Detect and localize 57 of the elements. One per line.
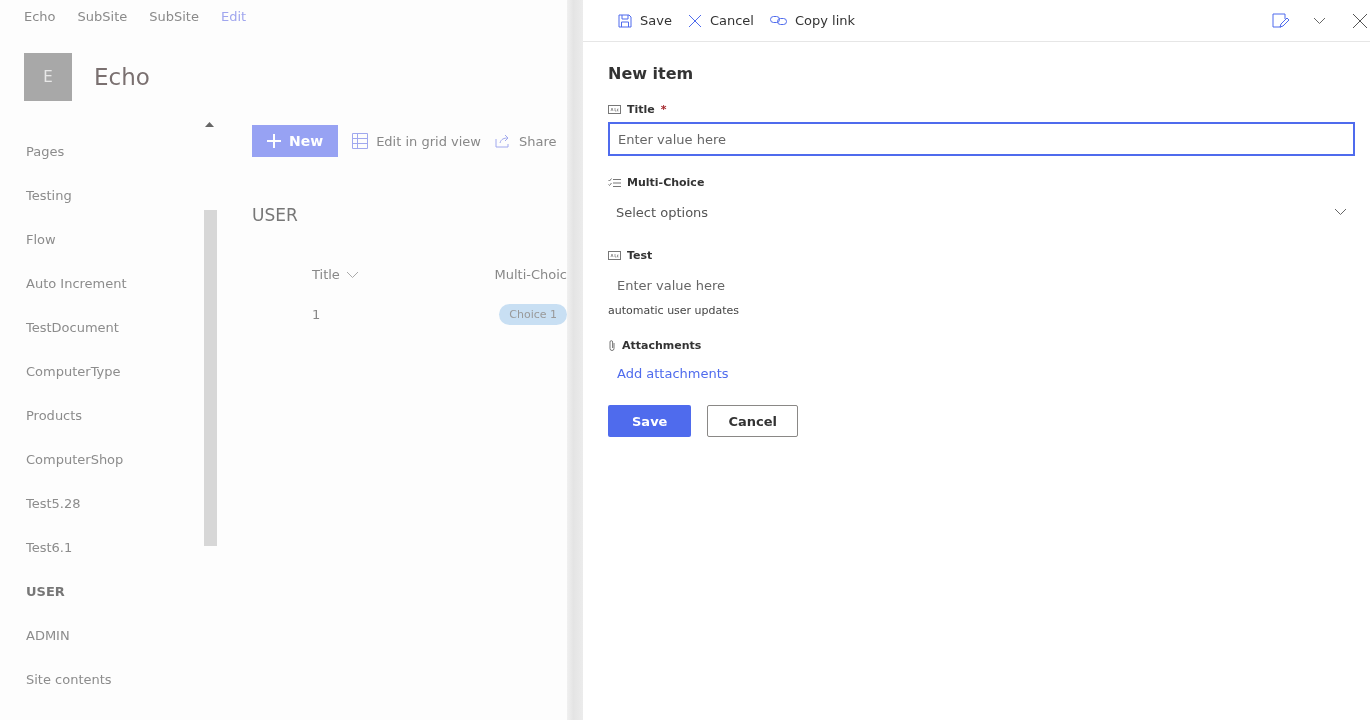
form-heading: New item	[608, 64, 695, 83]
field-description: automatic user updates	[608, 304, 741, 317]
sidebar-item[interactable]: USER	[26, 584, 218, 628]
nav-link[interactable]: SubSite	[77, 9, 128, 34]
nav-link[interactable]: SubSite	[149, 9, 199, 34]
list-title: USER	[252, 205, 299, 225]
field-label-text: Attachments	[622, 339, 702, 352]
sidebar-item[interactable]: ADMIN	[26, 628, 218, 672]
plus-icon	[267, 134, 281, 148]
paperclip-icon	[608, 339, 616, 352]
sidebar-item[interactable]: Testing	[26, 188, 218, 232]
new-button[interactable]: New	[252, 125, 339, 157]
cancel-button[interactable]: Cancel	[687, 13, 754, 28]
field-label-text: Test	[627, 249, 653, 262]
scroll-up-icon[interactable]	[205, 122, 214, 127]
sidebar-item[interactable]: Pages	[26, 144, 218, 188]
text-field-icon	[608, 251, 621, 260]
column-header[interactable]: Title	[312, 267, 487, 282]
nav-link[interactable]: Edit	[220, 9, 247, 34]
text-field-icon	[608, 105, 621, 114]
sidebar-item[interactable]: TestDocument	[26, 320, 218, 364]
nav-link[interactable]: Echo	[24, 9, 56, 34]
field-label-text: Title	[627, 103, 655, 116]
checklist-icon	[608, 177, 621, 188]
column-header[interactable]: Multi-Choic	[494, 267, 567, 282]
save-button[interactable]: Save	[618, 13, 672, 28]
text-field[interactable]: Enter value here	[608, 122, 1355, 156]
sidebar-item[interactable]: Test5.28	[26, 496, 218, 540]
sidebar-item[interactable]: Test6.1	[26, 540, 218, 584]
sidebar-item[interactable]: Flow	[26, 232, 218, 276]
edit-form-icon[interactable]	[1272, 13, 1289, 28]
grid-view-button[interactable]: Edit in grid view	[352, 133, 481, 149]
cancel-button[interactable]: Cancel	[707, 405, 798, 437]
share-button[interactable]: Share	[495, 133, 557, 149]
sort-chevron-icon	[345, 270, 359, 279]
save-icon	[618, 13, 632, 28]
sidebar-item[interactable]: ComputerShop	[26, 452, 218, 496]
table-cell-text: 1	[312, 307, 322, 322]
link-icon	[769, 15, 787, 26]
add-attachments-link[interactable]: Add attachments	[617, 366, 1355, 381]
save-button[interactable]: Save	[608, 405, 692, 437]
copy-link-button[interactable]: Copy link	[769, 13, 856, 28]
site-logo: E	[24, 53, 72, 101]
required-mark: *	[660, 103, 667, 116]
chevron-down-icon	[1334, 208, 1347, 216]
close-icon	[687, 13, 702, 28]
sidebar-item[interactable]: Site contents	[26, 672, 218, 716]
share-icon	[495, 134, 511, 148]
sidebar-item[interactable]: Auto Increment	[26, 276, 218, 320]
close-icon[interactable]	[1352, 12, 1368, 29]
grid-icon	[352, 133, 369, 149]
sidebar-item[interactable]: ComputerType	[26, 364, 218, 408]
field-label-text: Multi-Choice	[627, 176, 705, 189]
sidebar-item[interactable]: Products	[26, 408, 218, 452]
choice-tag: Choice 1	[499, 304, 567, 325]
site-title: Echo	[94, 64, 150, 90]
scrollbar[interactable]	[204, 210, 217, 546]
